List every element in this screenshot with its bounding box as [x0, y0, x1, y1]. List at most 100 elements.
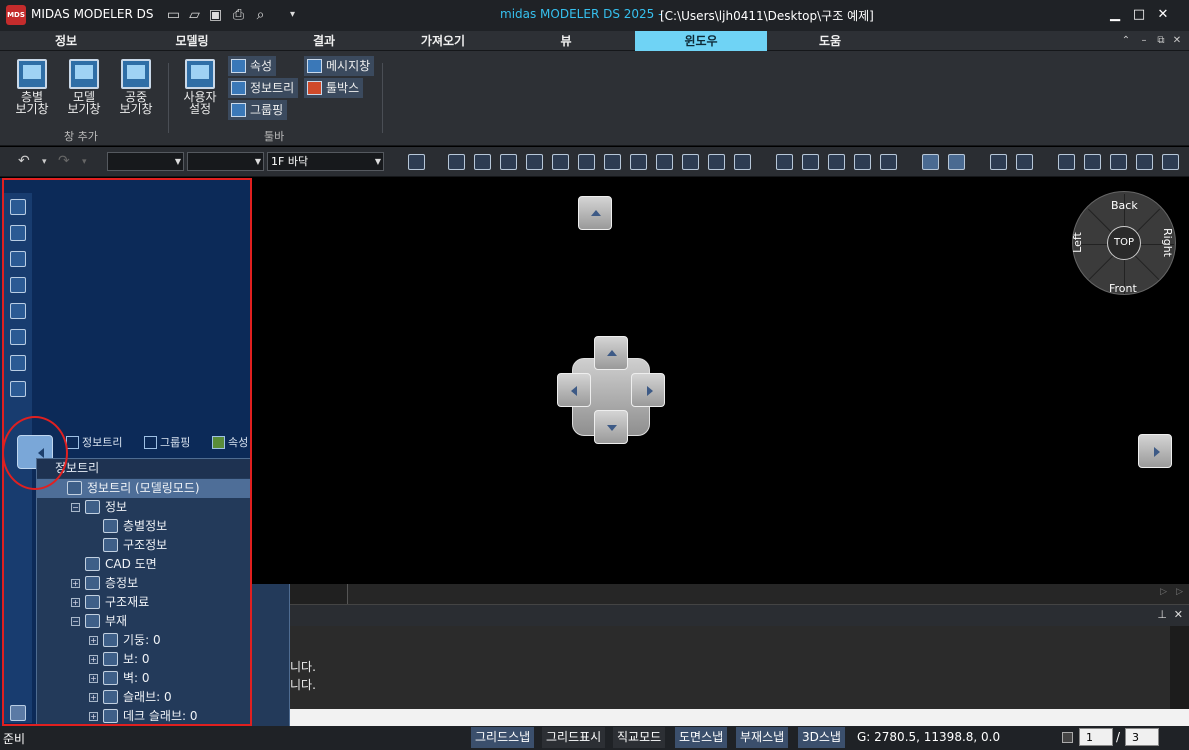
page-total-spinner[interactable]: 3	[1125, 728, 1159, 746]
grid-tool-icon[interactable]	[656, 154, 673, 170]
toolbar-info-tree-button[interactable]: 정보트리	[228, 78, 299, 98]
view-cube-top-button[interactable]: TOP	[1107, 226, 1141, 260]
3d-snap-toggle[interactable]: 3D스냅	[798, 727, 845, 748]
message-scrollbar[interactable]	[1170, 626, 1189, 709]
print-preview-icon[interactable]: ⌕	[252, 7, 269, 23]
view-tab[interactable]	[290, 584, 348, 604]
doc-restore-icon[interactable]: ⧉	[1154, 33, 1168, 49]
strip-calculator-icon[interactable]	[10, 199, 26, 215]
shade-icon[interactable]	[1136, 154, 1153, 170]
split-horizontal-icon[interactable]	[990, 154, 1007, 170]
pan-up-button[interactable]	[578, 196, 612, 230]
zoom-fit-icon[interactable]	[802, 154, 819, 170]
tree-row[interactable]: + 구조재료	[37, 593, 289, 612]
command-line-input[interactable]	[290, 709, 1189, 726]
strip-arrow-icon[interactable]	[10, 277, 26, 293]
foundation-tool-icon[interactable]	[604, 154, 621, 170]
toolbar-message-window-button[interactable]: 메시지창	[304, 56, 375, 76]
expand-icon[interactable]: +	[71, 598, 80, 607]
model-viewport[interactable]: TOP Back Front Left Right	[252, 178, 1189, 584]
member-snap-toggle[interactable]: 부재스냅	[736, 727, 789, 748]
doc-close-icon[interactable]: ✕	[1170, 33, 1184, 49]
iso-view-icon[interactable]	[1110, 154, 1127, 170]
model-view-button[interactable]: 모델 보기창	[60, 59, 108, 115]
menu-tab-results[interactable]: 결과	[258, 31, 390, 51]
menu-tab-help[interactable]: 도움	[764, 31, 896, 51]
redo-icon[interactable]: ↷	[58, 153, 70, 169]
expand-icon[interactable]: +	[71, 579, 80, 588]
grid-display-toggle[interactable]: 그리드표시	[542, 727, 606, 748]
menu-tab-info[interactable]: 정보	[0, 31, 132, 51]
page-current-spinner[interactable]: 1	[1079, 728, 1113, 746]
aerial-view-button[interactable]: 공중 보기창	[112, 59, 160, 115]
menu-tab-modeling[interactable]: 모델링	[126, 31, 258, 51]
toolbar-grouping-button[interactable]: 그룹핑	[228, 100, 288, 120]
layer-combo-1[interactable]: ▼	[107, 152, 184, 171]
view-cube-left[interactable]: Left	[1071, 232, 1084, 253]
tree-row[interactable]: + 보: 0	[37, 650, 289, 669]
pan-right-button[interactable]	[1138, 434, 1172, 468]
undo-icon[interactable]: ↶	[18, 153, 30, 169]
split-vertical-icon[interactable]	[1016, 154, 1033, 170]
drawing-snap-toggle[interactable]: 도면스냅	[675, 727, 728, 748]
tree-row[interactable]: + 기둥: 0	[37, 631, 289, 650]
column-tool-icon[interactable]	[448, 154, 465, 170]
strip-floor-icon[interactable]	[10, 251, 26, 267]
ortho-mode-toggle[interactable]: 직교모드	[613, 727, 666, 748]
new-file-icon[interactable]: ▭	[165, 7, 182, 23]
toolbar-property-button[interactable]: 속성	[228, 56, 277, 76]
view-cube-right[interactable]: Right	[1161, 228, 1174, 257]
undo-dropdown-icon[interactable]: ▾	[42, 157, 47, 167]
beam-tool-icon[interactable]	[474, 154, 491, 170]
dock-tab-grouping[interactable]: 그룹핑	[142, 434, 190, 452]
copy-tool-icon[interactable]	[734, 154, 751, 170]
user-settings-button[interactable]: 사용자 설정	[176, 59, 224, 115]
menu-tab-window[interactable]: 윈도우	[635, 31, 767, 51]
strip-layer-icon[interactable]	[10, 381, 26, 397]
expand-icon[interactable]: +	[89, 655, 98, 664]
move-tool-icon[interactable]	[708, 154, 725, 170]
open-folder-icon[interactable]: ▱	[186, 7, 203, 23]
toolbar-toolbox-button[interactable]: 툴박스	[304, 78, 364, 98]
doc-minimize-icon[interactable]: –	[1137, 33, 1151, 49]
maximize-button[interactable]: □	[1128, 5, 1150, 25]
ribbon-collapse-icon[interactable]: ⌃	[1119, 33, 1133, 49]
expand-icon[interactable]: +	[89, 712, 98, 721]
redo-dropdown-icon[interactable]: ▾	[82, 157, 87, 167]
tab-scroll-left-icon[interactable]: ▷	[1160, 587, 1167, 597]
deck-slab-tool-icon[interactable]	[552, 154, 569, 170]
expand-icon[interactable]: +	[89, 674, 98, 683]
close-button[interactable]: ✕	[1152, 5, 1174, 25]
rotate-view-icon[interactable]	[828, 154, 845, 170]
message-pin-icon[interactable]: ⊥	[1157, 608, 1167, 621]
snap-icon[interactable]	[1162, 154, 1179, 170]
brace-tool-icon[interactable]	[578, 154, 595, 170]
zoom-window-icon[interactable]	[776, 154, 793, 170]
tab-scroll-right-icon[interactable]: ▷	[1176, 587, 1183, 597]
pile-tool-icon[interactable]	[630, 154, 647, 170]
print-icon[interactable]: ⎙	[230, 7, 247, 23]
floor-combo[interactable]: 1F 바닥 ▼	[267, 152, 384, 171]
menu-tab-view[interactable]: 뷰	[500, 31, 632, 51]
elevation-view-icon[interactable]	[1058, 154, 1075, 170]
grid-snap-toggle[interactable]: 그리드스냅	[471, 727, 535, 748]
view-cube-front[interactable]: Front	[1109, 282, 1137, 295]
dock-tab-info-tree[interactable]: 정보트리	[64, 434, 122, 452]
strip-deselect-icon[interactable]	[10, 355, 26, 371]
redraw-icon[interactable]	[880, 154, 897, 170]
floor-view-button[interactable]: 층별 보기창	[8, 59, 56, 115]
eraser-icon[interactable]	[948, 154, 965, 170]
display-mode-icon[interactable]	[922, 154, 939, 170]
collapse-icon[interactable]: −	[71, 617, 80, 626]
layer-combo-2[interactable]: ▼	[187, 152, 264, 171]
wall-tool-icon[interactable]	[500, 154, 517, 170]
pan-cross-left-button[interactable]	[557, 373, 591, 407]
quick-access-dropdown-icon[interactable]: ▾	[284, 7, 301, 23]
strip-edit-icon[interactable]	[10, 329, 26, 345]
plan-view-icon[interactable]	[1084, 154, 1101, 170]
minimize-button[interactable]: ▁	[1104, 5, 1126, 25]
expand-icon[interactable]: +	[89, 693, 98, 702]
view-cube[interactable]: TOP Back Front Left Right	[1071, 191, 1176, 295]
expand-icon[interactable]: +	[89, 636, 98, 645]
tree-row[interactable]: − 부재	[37, 612, 289, 631]
